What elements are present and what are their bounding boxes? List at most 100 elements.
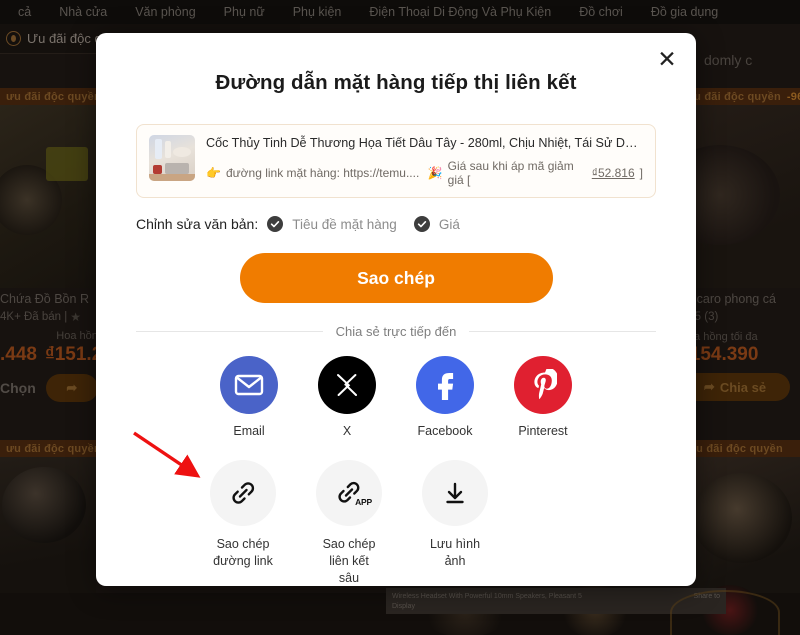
card-right-share-button[interactable]: ➦ Chia sẻ bbox=[680, 373, 790, 401]
product-link-row: 👉 đường link mặt hàng: https://temu.... bbox=[206, 166, 428, 180]
email-icon[interactable] bbox=[220, 356, 278, 414]
action-copy-deeplink[interactable]: APP Sao chép liên kết sâu bbox=[316, 459, 382, 588]
action-label-line2: ảnh bbox=[444, 553, 466, 568]
share-target-email-label: Email bbox=[233, 424, 265, 438]
nav-item-4[interactable]: Phụ kiện bbox=[279, 5, 356, 19]
pointing-hand-icon: 👉 bbox=[206, 166, 221, 180]
background-nav-bar[interactable]: cả Nhà cửa Văn phòng Phụ nữ Phụ kiện Điệ… bbox=[0, 0, 800, 24]
card-left-action-row[interactable]: Chọn ➦ bbox=[0, 374, 108, 402]
download-icon[interactable] bbox=[422, 459, 488, 526]
card-lower-left-banner-text: ưu đãi độc quyền bbox=[6, 442, 96, 455]
background-card-lower-left[interactable]: ưu đãi độc quyền bbox=[0, 440, 96, 600]
card-left-title: Chứa Đồ Bồn R bbox=[0, 292, 89, 306]
action-label-line1: Lưu hình bbox=[429, 536, 481, 551]
card-left-price-row: .448 ₫151.2 bbox=[0, 344, 108, 366]
card-lower-left-photo bbox=[0, 457, 96, 600]
product-summary-card: Cốc Thủy Tinh Dễ Thương Họa Tiết Dâu Tây… bbox=[136, 124, 656, 198]
product-price-amount: ₫52.816 bbox=[591, 166, 635, 180]
tooltip-text: Wireless Headset With Powerful 10mm Spea… bbox=[392, 593, 582, 611]
close-icon[interactable]: ✕ bbox=[652, 45, 682, 75]
share-target-x[interactable]: X bbox=[318, 356, 376, 440]
card-right-title: kẻ caro phong cá bbox=[680, 292, 776, 306]
share-target-pinterest-label: Pinterest bbox=[518, 424, 568, 438]
product-price-suffix: ] bbox=[639, 166, 643, 180]
randomly-label: domly c bbox=[704, 52, 753, 68]
action-label-line1: Sao chép bbox=[322, 536, 376, 551]
action-label-line2: đường link bbox=[213, 553, 273, 568]
action-label-line3: sâu bbox=[338, 571, 360, 585]
facebook-icon[interactable] bbox=[416, 356, 474, 414]
background-card-right[interactable]: ưu đãi độc quyền -96% bbox=[680, 88, 800, 288]
action-label-line1: Sao chép bbox=[216, 536, 270, 551]
nav-item-6[interactable]: Đồ chơi bbox=[565, 5, 637, 19]
card-left-price-partial: .448 bbox=[0, 344, 37, 365]
card-left-photo bbox=[0, 105, 108, 288]
photo-shape bbox=[46, 147, 88, 181]
edit-text-options-row: Chỉnh sửa văn bản: Tiêu đề mặt hàng Giá bbox=[136, 216, 696, 232]
product-thumbnail bbox=[149, 135, 195, 181]
background-arc-decoration bbox=[670, 590, 780, 635]
share-target-facebook[interactable]: Facebook bbox=[416, 356, 474, 440]
background-card-lower-right[interactable]: ưu đãi độc quyền bbox=[682, 440, 800, 610]
share-target-email[interactable]: Email bbox=[220, 356, 278, 440]
action-copy-link-label: Sao chép đường link bbox=[213, 536, 273, 571]
card-right-rating: 5 (3) bbox=[694, 311, 719, 323]
share-arrow-icon: ➦ bbox=[703, 379, 715, 394]
card-right-rating-row: ★ 5 (3) bbox=[680, 309, 800, 325]
card-right-banner: ưu đãi độc quyền -96% bbox=[680, 88, 800, 105]
affiliate-share-modal: ✕ Đường dẫn mặt hàng tiếp thị liên kết C… bbox=[96, 33, 696, 586]
action-save-image-label: Lưu hình ảnh bbox=[430, 536, 480, 571]
nav-item-5[interactable]: Điện Thoại Di Động Và Phụ Kiện bbox=[355, 5, 565, 19]
share-target-pinterest[interactable]: Pinterest bbox=[514, 356, 572, 440]
checkbox-product-title[interactable] bbox=[267, 216, 284, 232]
card-left-banner-text: ưu đãi độc quyền bbox=[6, 90, 101, 103]
product-price-label: Giá sau khi áp mã giảm giá [ bbox=[447, 159, 574, 187]
share-divider-label: Chia sẻ trực tiếp đến bbox=[335, 324, 457, 339]
x-icon[interactable] bbox=[318, 356, 376, 414]
card-right-banner-pct: -96% bbox=[786, 90, 800, 103]
link-app-icon[interactable]: APP bbox=[316, 459, 382, 526]
copy-button[interactable]: Sao chép bbox=[239, 253, 553, 303]
divider-line-right bbox=[469, 331, 656, 332]
card-lower-left-banner: ưu đãi độc quyền bbox=[0, 440, 96, 457]
nav-item-0[interactable]: cả bbox=[4, 5, 45, 19]
background-card-right-info: kẻ caro phong cá ★ 5 (3) Hoa hồng tối đa… bbox=[680, 292, 800, 401]
share-target-x-label: X bbox=[342, 424, 352, 438]
card-left-sold-row: 4K+ Đã bán | ★ bbox=[0, 310, 108, 324]
background-card-left-info: Chứa Đồ Bồn R 4K+ Đã bán | ★ Hoa hồng .4… bbox=[0, 292, 108, 402]
share-target-facebook-label: Facebook bbox=[417, 424, 473, 438]
product-link-label: đường link mặt hàng: https://temu.... bbox=[225, 166, 420, 180]
nav-item-7[interactable]: Đồ gia dụng bbox=[637, 5, 732, 19]
card-lower-right-banner-text: ưu đãi độc quyền bbox=[688, 442, 783, 455]
promo-label: Ưu đãi độc q bbox=[27, 31, 102, 46]
party-popper-icon: 🎉 bbox=[427, 166, 443, 180]
action-label-line2: liên kết bbox=[329, 553, 369, 568]
card-left-share-button[interactable]: ➦ bbox=[45, 374, 98, 402]
action-copy-link[interactable]: Sao chép đường link bbox=[210, 459, 276, 588]
card-left-choose-button[interactable]: Chọn bbox=[0, 380, 36, 396]
card-left-banner: ưu đãi độc quyền bbox=[0, 88, 108, 105]
share-targets-row: Email X Facebook Pinterest bbox=[96, 356, 696, 440]
pinterest-icon[interactable] bbox=[514, 356, 572, 414]
photo-blob bbox=[2, 467, 86, 543]
nav-item-3[interactable]: Phụ nữ bbox=[210, 5, 279, 19]
app-badge-label: APP bbox=[355, 496, 372, 507]
share-divider: Chia sẻ trực tiếp đến bbox=[136, 324, 656, 339]
nav-item-1[interactable]: Nhà cửa bbox=[45, 5, 121, 19]
product-price-row: 🎉 Giá sau khi áp mã giảm giá [ ₫52.816] bbox=[428, 159, 643, 187]
action-save-image[interactable]: Lưu hình ảnh bbox=[422, 459, 488, 588]
nav-item-2[interactable]: Văn phòng bbox=[121, 5, 209, 19]
background-card-left[interactable]: ưu đãi độc quyền bbox=[0, 88, 108, 288]
link-icon[interactable] bbox=[210, 459, 276, 526]
card-left-price: ₫151.2 bbox=[44, 344, 103, 365]
card-right-share-label: Chia sẻ bbox=[719, 379, 767, 395]
card-right-commission-label: Hoa hồng tối đa bbox=[680, 331, 758, 343]
checkbox-price[interactable] bbox=[413, 216, 430, 232]
promo-badge-icon bbox=[6, 31, 21, 46]
action-copy-deeplink-label: Sao chép liên kết sâu bbox=[323, 536, 376, 588]
divider-line-left bbox=[136, 331, 323, 332]
star-icon: ★ bbox=[70, 310, 82, 324]
card-left-sold: 4K+ Đã bán | bbox=[0, 311, 68, 323]
checkbox-product-title-label: Tiêu đề mặt hàng bbox=[292, 216, 397, 232]
card-right-price: ₫154.390 bbox=[680, 344, 759, 365]
